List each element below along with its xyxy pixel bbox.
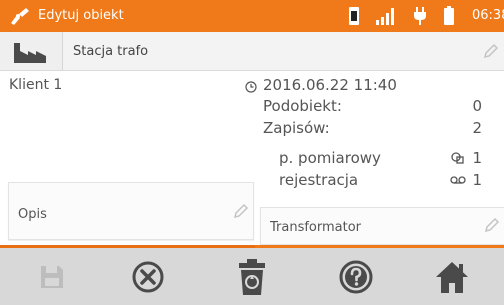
date-time: 2016.06.22 11:40 [263,76,397,94]
signal-icon [376,8,394,25]
subobject-count: 0 [472,97,482,115]
recording-icon [450,176,466,184]
status-bar: Edytuj obiekt 06:38 [0,0,504,32]
factory-icon [14,43,46,63]
home-button[interactable] [422,254,482,300]
registration-label: rejestracja [279,171,359,189]
description-label: Opis [18,207,47,222]
device-type-label: Transformator [270,220,362,235]
registration-count: 1 [472,171,482,189]
pencil-icon[interactable] [484,217,500,233]
home-icon [436,262,468,293]
description-field[interactable]: Opis [8,182,254,240]
help-icon [339,260,373,294]
window-title: Edytuj obiekt [38,8,124,23]
cancel-icon [132,261,164,293]
sim-card-icon [349,7,359,25]
pencil-icon[interactable] [233,203,249,219]
object-name-row[interactable]: Stacja trafo [0,32,504,71]
clock-time: 06:38 [472,8,504,23]
clock-icon [245,81,257,93]
records-label: Zapisów: [263,119,330,137]
records-count: 2 [472,119,482,137]
measure-point-count: 1 [472,149,482,167]
power-plug-icon [414,7,426,25]
subobject-label: Podobiekt: [263,97,342,115]
bottom-toolbar [0,248,504,305]
client-name: Klient 1 [9,77,63,93]
pencil-icon[interactable] [483,43,499,59]
trash-icon [239,259,265,295]
save-button[interactable] [22,254,82,300]
measure-point-icon [451,152,464,164]
cancel-button[interactable] [118,254,178,300]
battery-icon [444,6,454,25]
delete-button[interactable] [222,254,282,300]
help-button[interactable] [326,254,386,300]
device-type-field[interactable]: Transformator [260,207,504,245]
object-type-button[interactable] [0,32,63,70]
app-icon [11,8,29,25]
measure-point-label: p. pomiarowy [279,149,381,167]
object-name: Stacja trafo [73,44,149,59]
save-icon [41,266,63,288]
